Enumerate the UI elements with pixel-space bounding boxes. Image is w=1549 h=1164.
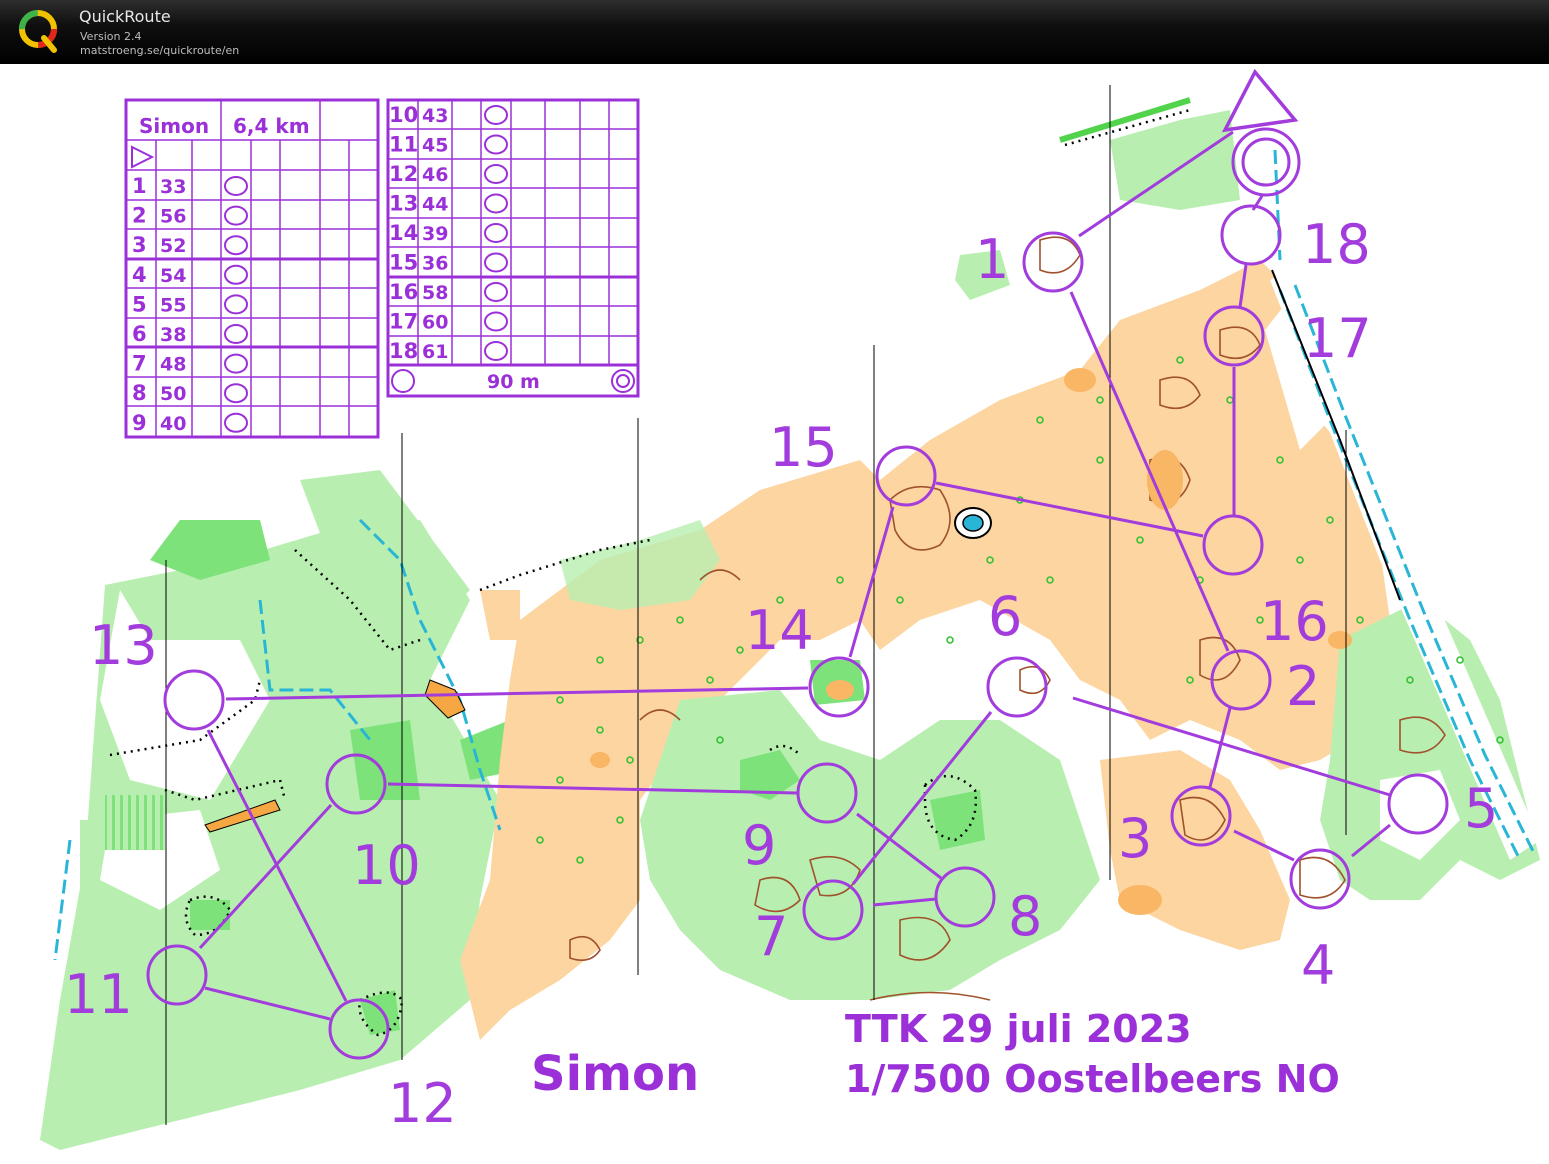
- control-number-10: 10: [352, 834, 421, 897]
- left-row-code: 56: [160, 206, 186, 228]
- right-row-code: 60: [422, 312, 448, 334]
- control-number-15: 15: [769, 416, 838, 479]
- app-title: QuickRoute: [79, 7, 171, 26]
- right-row-number: 18: [389, 339, 418, 363]
- scale-and-area: 1/7500 Oostelbeers NO: [845, 1057, 1340, 1101]
- app-url: matstroeng.se/quickroute/en: [80, 44, 240, 57]
- pond: [954, 507, 992, 539]
- right-row-number: 14: [389, 221, 418, 245]
- control-number-1: 1: [975, 228, 1009, 291]
- right-row-code: 43: [422, 105, 448, 127]
- map-canvas: 1 2 3 4 5 6 7 8 9 10 11 12 13 14 15 16 1…: [40, 68, 1540, 1150]
- orienteering-map[interactable]: 1 2 3 4 5 6 7 8 9 10 11 12 13 14 15 16 1…: [0, 64, 1549, 1164]
- control-number-11: 11: [64, 963, 133, 1026]
- right-row-code: 36: [422, 253, 448, 275]
- left-row-code: 52: [160, 235, 186, 257]
- app-version: Version 2.4: [80, 30, 142, 43]
- left-row-code: 40: [160, 413, 186, 435]
- event-title: TTK 29 juli 2023: [845, 1007, 1192, 1051]
- left-row-code: 33: [160, 176, 186, 198]
- right-row-code: 44: [422, 194, 448, 216]
- finish-distance: 90 m: [487, 371, 540, 393]
- right-row-number: 16: [389, 280, 418, 304]
- left-row-number: 8: [132, 381, 147, 405]
- right-row-number: 15: [389, 251, 418, 275]
- left-row-number: 4: [132, 263, 147, 287]
- title-bar: QuickRoute Version 2.4 matstroeng.se/qui…: [0, 0, 1549, 64]
- left-row-code: 48: [160, 354, 186, 376]
- left-row-number: 3: [132, 233, 147, 257]
- control-number-7: 7: [754, 905, 788, 968]
- left-row-code: 55: [160, 294, 186, 316]
- runner-name: Simon: [139, 114, 209, 138]
- left-row-code: 54: [160, 265, 186, 287]
- control-number-2: 2: [1286, 655, 1320, 718]
- control-number-13: 13: [89, 614, 158, 677]
- right-row-code: 39: [422, 223, 448, 245]
- left-row-number: 2: [132, 204, 147, 228]
- right-row-number: 13: [389, 192, 418, 216]
- control-number-17: 17: [1303, 307, 1372, 370]
- control-number-6: 6: [988, 585, 1022, 648]
- left-row-number: 1: [132, 174, 147, 198]
- control-number-18: 18: [1302, 213, 1371, 276]
- control-number-8: 8: [1008, 885, 1042, 948]
- course-length: 6,4 km: [233, 114, 310, 138]
- control-number-16: 16: [1260, 590, 1329, 653]
- control-6-circle: [986, 656, 1048, 718]
- right-row-number: 11: [389, 133, 418, 157]
- right-row-code: 61: [422, 341, 448, 363]
- control-number-5: 5: [1464, 777, 1498, 840]
- left-row-number: 9: [132, 411, 147, 435]
- control-number-3: 3: [1118, 807, 1152, 870]
- right-row-code: 46: [422, 164, 448, 186]
- control-number-9: 9: [742, 814, 776, 877]
- right-row-code: 58: [422, 282, 448, 304]
- control-number-14: 14: [745, 599, 814, 662]
- start-triangle-icon: [1221, 68, 1299, 133]
- left-row-number: 5: [132, 292, 147, 316]
- right-row-code: 45: [422, 135, 448, 157]
- right-row-number: 17: [389, 310, 418, 334]
- control-number-4: 4: [1301, 934, 1335, 997]
- left-row-number: 6: [132, 322, 147, 346]
- left-row-number: 7: [132, 352, 147, 376]
- right-row-number: 12: [389, 162, 418, 186]
- right-row-number: 10: [389, 103, 418, 127]
- left-row-code: 50: [160, 383, 186, 405]
- control-number-12: 12: [388, 1072, 457, 1135]
- left-row-code: 38: [160, 324, 186, 346]
- runner-map-label: Simon: [531, 1046, 699, 1102]
- quickroute-logo-icon: [19, 10, 57, 53]
